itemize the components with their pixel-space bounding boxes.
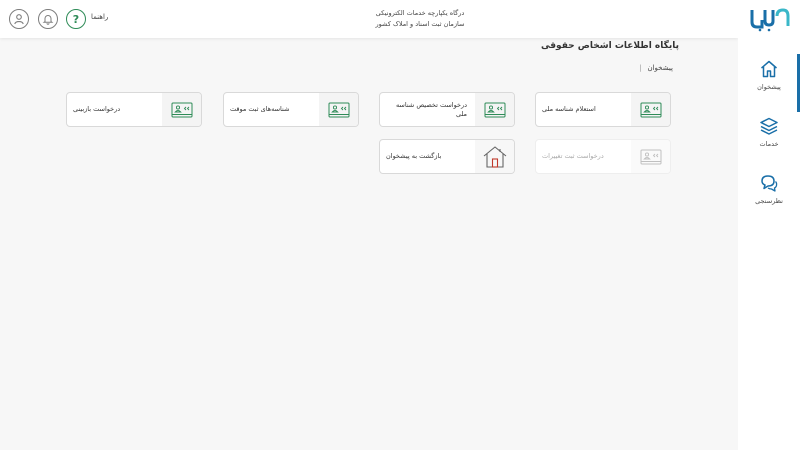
id-card-icon [328, 102, 349, 117]
card-icon-box [631, 93, 670, 126]
help-label[interactable]: راهنما [91, 13, 108, 21]
id-card-icon [171, 102, 192, 117]
card-icon-box [475, 140, 514, 173]
breadcrumb-item-dashboard[interactable]: پیشخوان [647, 64, 673, 72]
sidebar-item-label: پیشخوان [757, 83, 781, 91]
breadcrumb-separator: | [639, 64, 642, 72]
bell-icon[interactable] [38, 9, 58, 29]
header-title: درگاه یکپارچه خدمات الکترونیکی سازمان ثب… [360, 8, 480, 30]
card-national-id-inquiry[interactable]: استعلام شناسه ملی [535, 92, 671, 127]
card-label: درخواست تخصیص شناسه ملی [395, 100, 467, 118]
id-card-icon [640, 102, 661, 117]
card-label: استعلام شناسه ملی [542, 105, 596, 113]
card-label: بازگشت به پیشخوان [386, 152, 442, 160]
card-review-request[interactable]: درخواست بازبینی [66, 92, 202, 127]
card-national-id-allocation[interactable]: درخواست تخصیص شناسه ملی [379, 92, 515, 127]
sidebar-item-survey[interactable]: نظرسنجی [738, 171, 800, 227]
card-label: درخواست بازبینی [73, 105, 121, 113]
id-card-icon [484, 102, 505, 117]
top-header: ? راهنما درگاه یکپارچه خدمات الکترونیکی … [0, 0, 738, 38]
card-label: شناسه‌های ثبت موقت [230, 105, 290, 113]
help-icon[interactable]: ? [66, 9, 86, 29]
home-icon [761, 60, 777, 78]
card-icon-box [162, 93, 201, 126]
sidebar-item-label: خدمات [759, 140, 779, 148]
layers-icon [760, 117, 778, 135]
card-temporary-ids[interactable]: شناسه‌های ثبت موقت [223, 92, 359, 127]
header-title-line1: درگاه یکپارچه خدمات الکترونیکی [375, 9, 465, 17]
breadcrumb: | پیشخوان [639, 64, 673, 72]
user-icon[interactable] [9, 9, 29, 29]
sidebar-item-dashboard[interactable]: پیشخوان [738, 54, 800, 113]
sidebar-item-label: نظرسنجی [755, 197, 783, 205]
header-title-line2: سازمان ثبت اسناد و املاک کشور [375, 20, 465, 28]
house-icon [483, 145, 506, 168]
chat-icon [761, 175, 778, 192]
card-icon-box [319, 93, 358, 126]
card-icon-box [631, 140, 670, 173]
sidebar-item-services[interactable]: خدمات [738, 114, 800, 170]
id-card-icon [640, 149, 661, 164]
card-icon-box [475, 93, 514, 126]
card-label: درخواست ثبت تغییرات [542, 152, 604, 160]
card-back-to-dashboard[interactable]: بازگشت به پیشخوان [379, 139, 515, 174]
brand-logo[interactable] [750, 6, 790, 32]
page-title: پایگاه اطلاعات اشخاص حقوقی [541, 41, 679, 51]
card-changes-registration: درخواست ثبت تغییرات [535, 139, 671, 174]
